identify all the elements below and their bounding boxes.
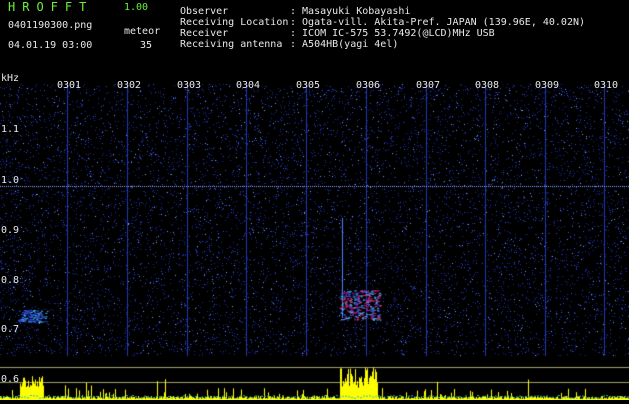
app-name: HROFFT (8, 0, 94, 14)
datetime: 04.01.19 03:00 (8, 40, 93, 51)
y-tick-0.8: 0.8 (1, 275, 20, 286)
x-tick-0301: 0301 (57, 80, 82, 91)
x-tick-0304: 0304 (236, 80, 261, 91)
x-tick-0306: 0306 (356, 80, 381, 91)
x-tick-0307: 0307 (416, 80, 441, 91)
y-tick-0.7: 0.7 (1, 324, 20, 335)
x-tick-0302: 0302 (117, 80, 142, 91)
filename: 0401190300.png (8, 20, 93, 31)
spectrogram (0, 78, 629, 400)
x-tick-0309: 0309 (535, 80, 560, 91)
y-tick-0.9: 0.9 (1, 225, 20, 236)
y-unit-label: kHz (1, 73, 20, 84)
x-tick-0310: 0310 (594, 80, 619, 91)
app-version: 1.00 (124, 2, 149, 13)
meteor-count: 35 (140, 40, 153, 51)
y-tick-1.1: 1.1 (1, 124, 20, 135)
y-tick-1.0: 1.0 (1, 175, 20, 186)
meteor-label: meteor (124, 26, 161, 37)
x-tick-0305: 0305 (296, 80, 321, 91)
x-tick-0308: 0308 (475, 80, 500, 91)
antenna-key: Receiving antenna (180, 39, 283, 50)
antenna-value: : A504HB(yagi 4el) (290, 39, 399, 50)
info-header: HROFFT 1.00 0401190300.png 04.01.19 03:0… (0, 0, 629, 78)
y-tick-0.6: 0.6 (1, 374, 20, 385)
x-tick-0303: 0303 (177, 80, 202, 91)
spectrogram-canvas (0, 78, 629, 400)
